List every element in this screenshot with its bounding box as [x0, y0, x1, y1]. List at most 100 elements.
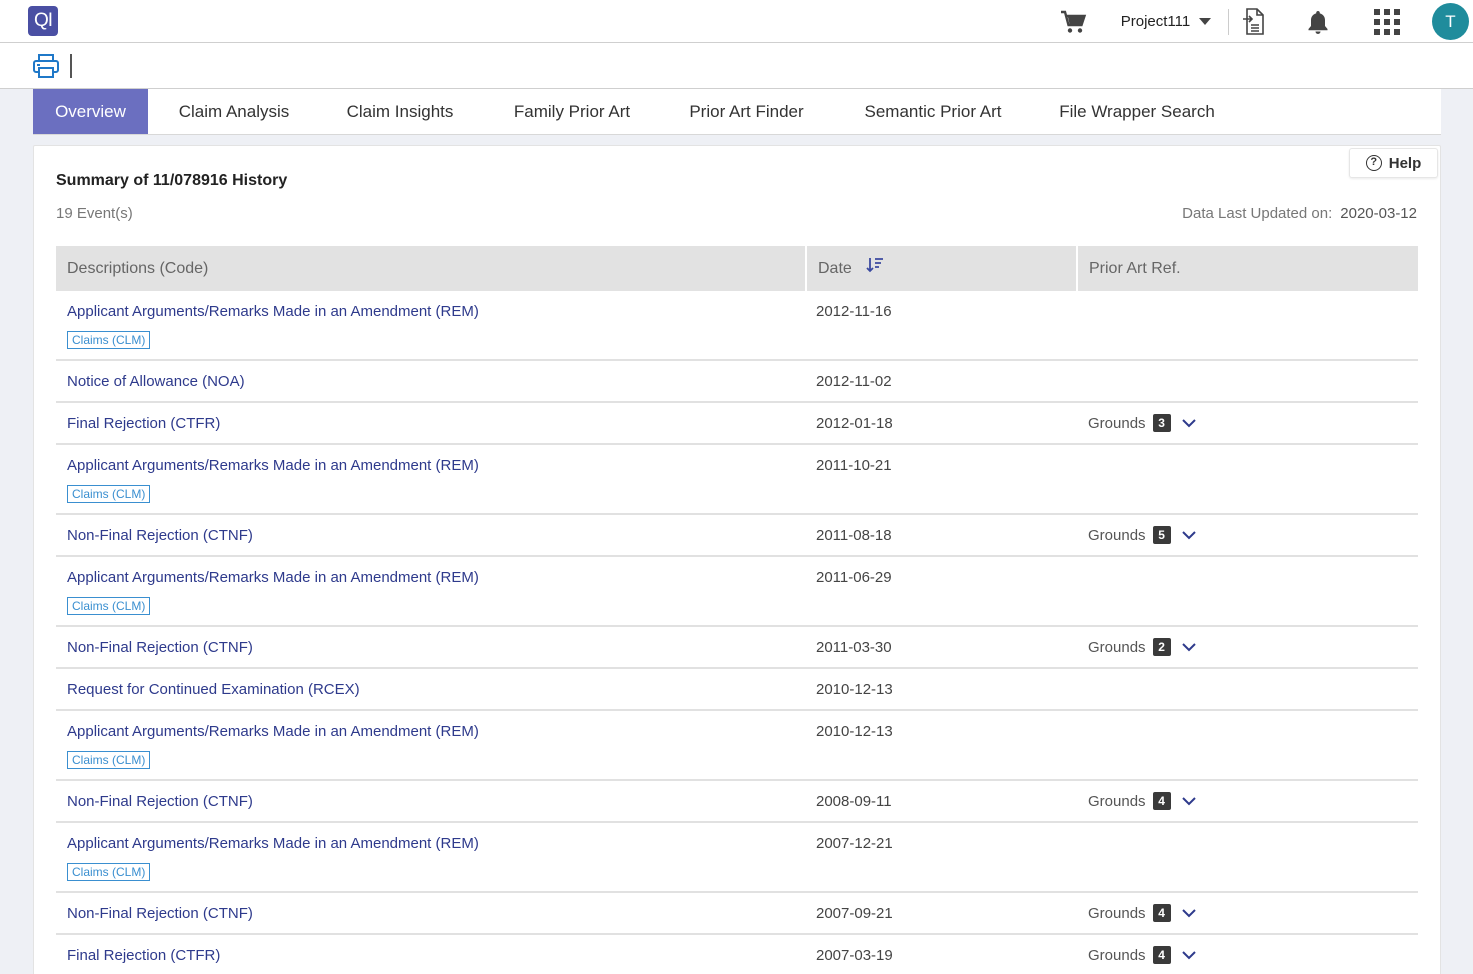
- tab-claim-analysis[interactable]: Claim Analysis: [160, 89, 308, 134]
- event-description-link[interactable]: Final Rejection (CTFR): [67, 415, 220, 432]
- table-row: Applicant Arguments/Remarks Made in an A…: [56, 445, 1418, 515]
- chevron-down-icon[interactable]: [1181, 415, 1196, 432]
- history-card: ? Help Summary of 11/078916 History 19 E…: [33, 145, 1441, 974]
- grounds-label: Grounds: [1088, 946, 1146, 964]
- event-date: 2012-11-16: [816, 303, 892, 320]
- tab-family-prior-art[interactable]: Family Prior Art: [492, 89, 652, 134]
- grounds-count-badge: 4: [1152, 946, 1171, 964]
- last-updated: Data Last Updated on: 2020-03-12: [1182, 205, 1417, 222]
- summary-title: Summary of 11/078916 History: [56, 172, 288, 189]
- tab-overview[interactable]: Overview: [33, 89, 148, 134]
- column-header-description: Descriptions (Code): [56, 246, 805, 291]
- sort-descending-icon[interactable]: [866, 246, 884, 291]
- event-date: 2011-03-30: [816, 639, 892, 656]
- event-date: 2010-12-13: [816, 723, 893, 740]
- grounds-label: Grounds: [1088, 792, 1146, 810]
- grounds-toggle[interactable]: Grounds 4: [1088, 792, 1196, 810]
- event-count: 19 Event(s): [56, 205, 133, 222]
- claims-tag[interactable]: Claims (CLM): [67, 331, 151, 349]
- document-export-icon[interactable]: [1240, 0, 1268, 43]
- event-description-link[interactable]: Non-Final Rejection (CTNF): [67, 905, 253, 922]
- table-row: Applicant Arguments/Remarks Made in an A…: [56, 291, 1418, 361]
- project-selector[interactable]: Project111: [1116, 0, 1216, 43]
- chevron-down-icon[interactable]: [1181, 905, 1196, 922]
- cart-icon[interactable]: [1058, 0, 1088, 43]
- event-date: 2007-12-21: [816, 835, 893, 852]
- chevron-down-icon[interactable]: [1181, 947, 1196, 964]
- tab-semantic-prior-art[interactable]: Semantic Prior Art: [842, 89, 1024, 134]
- column-header-date[interactable]: Date: [807, 246, 1077, 291]
- event-date: 2007-03-19: [816, 947, 893, 964]
- table-row: Non-Final Rejection (CTNF) 2007-09-21 Grou…: [56, 893, 1418, 935]
- grounds-count-badge: 3: [1152, 414, 1171, 432]
- user-avatar[interactable]: T: [1432, 3, 1469, 40]
- header-divider: [1228, 9, 1229, 35]
- chevron-down-icon[interactable]: [1181, 793, 1196, 810]
- grounds-label: Grounds: [1088, 904, 1146, 922]
- event-description-link[interactable]: Applicant Arguments/Remarks Made in an A…: [67, 835, 479, 852]
- event-date: 2008-09-11: [816, 793, 892, 810]
- bell-icon[interactable]: [1304, 0, 1332, 43]
- help-icon: ?: [1365, 155, 1382, 171]
- event-description-link[interactable]: Non-Final Rejection (CTNF): [67, 527, 253, 544]
- table-row: Notice of Allowance (NOA) 2012-11-02: [56, 361, 1418, 403]
- table-row: Request for Continued Examination (RCEX)…: [56, 669, 1418, 711]
- event-description-link[interactable]: Applicant Arguments/Remarks Made in an A…: [67, 303, 479, 320]
- event-description-link[interactable]: Applicant Arguments/Remarks Made in an A…: [67, 569, 479, 586]
- grounds-label: Grounds: [1088, 526, 1146, 544]
- table-header: Descriptions (Code) Date Prior Art Ref.: [56, 246, 1418, 291]
- table-row: Non-Final Rejection (CTNF) 2008-09-11 Grou…: [56, 781, 1418, 823]
- grounds-count-badge: 2: [1152, 638, 1171, 656]
- grounds-toggle[interactable]: Grounds 3: [1088, 414, 1196, 432]
- event-date: 2011-10-21: [816, 457, 892, 474]
- tab-prior-art-finder[interactable]: Prior Art Finder: [670, 89, 823, 134]
- event-date: 2012-01-18: [816, 415, 893, 432]
- table-row: Applicant Arguments/Remarks Made in an A…: [56, 823, 1418, 893]
- grounds-toggle[interactable]: Grounds 4: [1088, 904, 1196, 922]
- grounds-label: Grounds: [1088, 638, 1146, 656]
- table-row: Final Rejection (CTFR) 2007-03-19 Grounds 4: [56, 935, 1418, 974]
- claims-tag[interactable]: Claims (CLM): [67, 597, 151, 615]
- project-label: Project111: [1120, 13, 1191, 30]
- claims-tag[interactable]: Claims (CLM): [67, 863, 151, 881]
- print-icon[interactable]: [32, 53, 60, 79]
- help-label: Help: [1388, 154, 1422, 172]
- claims-tag[interactable]: Claims (CLM): [67, 751, 151, 769]
- grounds-toggle[interactable]: Grounds 2: [1088, 638, 1196, 656]
- event-date: 2012-11-02: [816, 373, 892, 390]
- grounds-toggle[interactable]: Grounds 4: [1088, 946, 1196, 964]
- tab-bar: Overview Claim Analysis Claim Insights F…: [33, 89, 1441, 135]
- event-description-link[interactable]: Applicant Arguments/Remarks Made in an A…: [67, 723, 479, 740]
- event-date: 2011-08-18: [816, 527, 892, 544]
- event-description-link[interactable]: Non-Final Rejection (CTNF): [67, 639, 253, 656]
- app-logo[interactable]: QI: [28, 6, 58, 36]
- chevron-down-icon[interactable]: [1181, 527, 1196, 544]
- event-date: 2011-06-29: [816, 569, 892, 586]
- chevron-down-icon[interactable]: [1181, 639, 1196, 656]
- column-header-prior-art-ref: Prior Art Ref.: [1078, 246, 1418, 291]
- event-description-link[interactable]: Applicant Arguments/Remarks Made in an A…: [67, 457, 479, 474]
- last-updated-value: 2020-03-12: [1340, 205, 1417, 222]
- toolbar: [0, 43, 1473, 89]
- table-row: Non-Final Rejection (CTNF) 2011-08-18 Grou…: [56, 515, 1418, 557]
- event-date: 2010-12-13: [816, 681, 893, 698]
- event-date: 2007-09-21: [816, 905, 893, 922]
- table-row: Final Rejection (CTFR) 2012-01-18 Grounds 3: [56, 403, 1418, 445]
- event-description-link[interactable]: Notice of Allowance (NOA): [67, 373, 245, 390]
- event-description-link[interactable]: Request for Continued Examination (RCEX): [67, 681, 360, 698]
- tab-claim-insights[interactable]: Claim Insights: [328, 89, 472, 134]
- grounds-toggle[interactable]: Grounds 5: [1088, 526, 1196, 544]
- event-description-link[interactable]: Non-Final Rejection (CTNF): [67, 793, 253, 810]
- grounds-count-badge: 4: [1152, 904, 1171, 922]
- column-header-label: Date: [818, 260, 852, 277]
- help-button[interactable]: ? Help: [1349, 148, 1438, 178]
- tab-file-wrapper-search[interactable]: File Wrapper Search: [1041, 89, 1233, 134]
- chevron-down-icon: [1199, 18, 1212, 25]
- top-bar: QI Project111 T: [0, 0, 1473, 43]
- event-description-link[interactable]: Final Rejection (CTFR): [67, 947, 220, 964]
- claims-tag[interactable]: Claims (CLM): [67, 485, 151, 503]
- grounds-count-badge: 4: [1152, 792, 1171, 810]
- grounds-count-badge: 5: [1152, 526, 1171, 544]
- table-row: Applicant Arguments/Remarks Made in an A…: [56, 557, 1418, 627]
- apps-grid-icon[interactable]: [1372, 0, 1402, 43]
